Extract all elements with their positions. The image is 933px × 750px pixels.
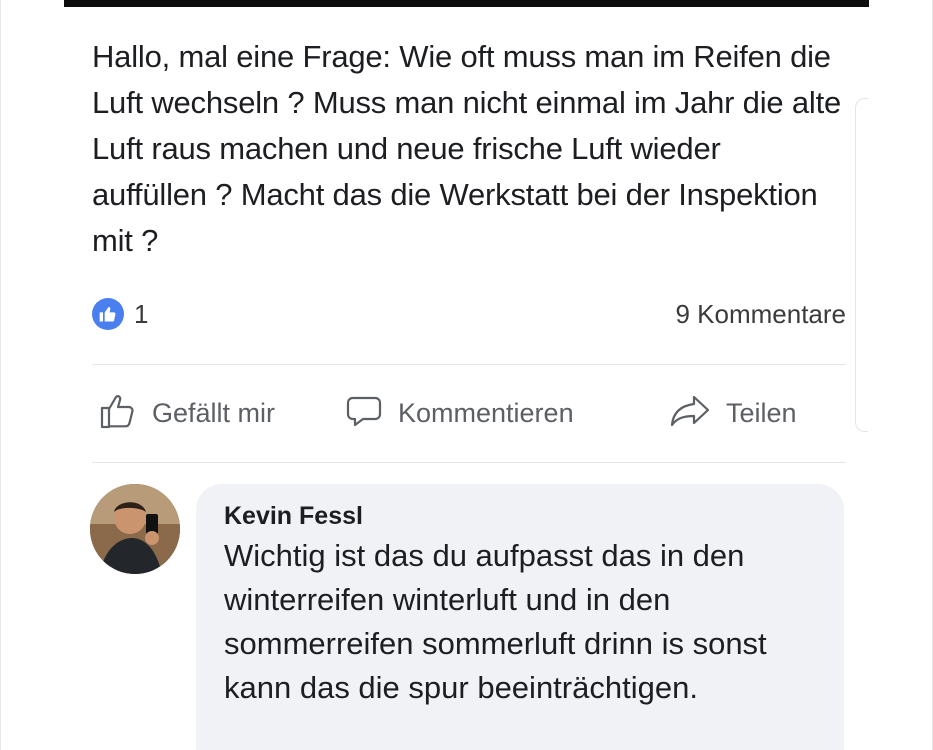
divider [92,462,846,463]
like-count: 1 [134,299,149,329]
facebook-post-screenshot: Hallo, mal eine Frage: Wie oft muss man … [0,0,933,750]
speech-bubble-icon [344,391,384,436]
divider [92,364,846,365]
comment-author[interactable]: Kevin Fessl [224,502,363,531]
comment-text: Wichtig ist das du aufpasst das in den w… [224,538,767,705]
post-actions: Gefällt mir Kommentieren Teilen [92,388,846,438]
comment-button-label: Kommentieren [398,397,574,428]
post-text: Hallo, mal eine Frage: Wie oft muss man … [92,39,842,258]
like-button[interactable]: Gefällt mir [98,388,275,438]
comments-count-link[interactable]: 9 Kommentare [675,299,846,330]
like-reaction-icon [92,298,124,330]
adjacent-card-edge [855,98,868,432]
frame-left-edge [0,0,1,750]
reactions-summary[interactable]: 1 9 Kommentare [92,298,846,332]
thumbs-up-outline-icon [98,391,138,436]
comment-button[interactable]: Kommentieren [344,388,574,438]
comment-bubble: Kevin Fessl Wichtig ist das du aufpasst … [196,484,844,750]
share-button[interactable]: Teilen [668,388,797,438]
avatar[interactable] [90,484,180,574]
like-button-label: Gefällt mir [152,397,276,428]
share-arrow-icon [668,391,712,436]
top-bar [64,0,869,7]
share-button-label: Teilen [726,397,797,428]
